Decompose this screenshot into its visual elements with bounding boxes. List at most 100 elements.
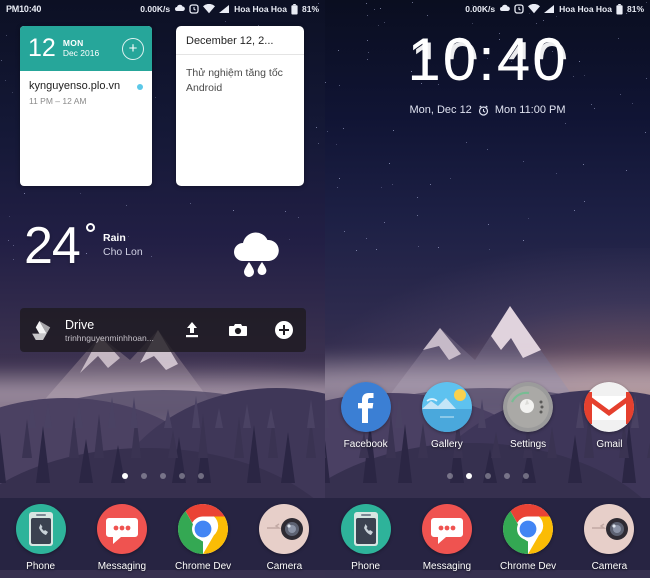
status-net-speed-right: 0.00K/s <box>465 4 496 14</box>
clock-widget[interactable]: 10:40 Mon, Dec 12 Mon 11:00 PM <box>325 26 650 117</box>
drive-widget[interactable]: Drive trinhnguyenminhhoan... <box>20 308 306 352</box>
chrome-icon[interactable] <box>503 504 554 554</box>
star <box>79 192 81 194</box>
page-dot[interactable] <box>484 473 491 479</box>
pine-tree <box>94 414 105 458</box>
page-indicator-dots-right[interactable] <box>325 473 650 479</box>
app-camera[interactable]: Camera <box>569 504 650 572</box>
star <box>542 19 544 21</box>
app-label: Chrome Dev <box>500 561 557 572</box>
weather-icon <box>500 4 510 11</box>
calendar-day-number: 12 <box>28 34 56 62</box>
pine-tree <box>129 397 138 428</box>
clock-alarm-time: Mon 11:00 PM <box>494 104 566 116</box>
camera-icon[interactable] <box>584 504 635 554</box>
star <box>343 127 345 129</box>
alarm-clock-icon <box>478 105 488 116</box>
star <box>391 184 393 186</box>
page-dot[interactable] <box>178 473 185 479</box>
camera-icon[interactable] <box>228 320 248 340</box>
phone-icon[interactable] <box>15 504 66 554</box>
star <box>343 231 345 233</box>
weather-temperature: 24 <box>24 217 81 275</box>
app-label: Messaging <box>422 561 472 572</box>
status-net-speed: 0.00K/s <box>140 4 171 14</box>
app-label: Facebook <box>343 439 388 450</box>
clock-digit-0b: 0 <box>532 30 567 90</box>
star <box>232 210 234 212</box>
page-dot-active[interactable] <box>465 473 472 479</box>
home-screen-page-2: 0.00K/s Hoa Hoa Hoa 81% 10:40 Mon, Dec 1… <box>325 0 650 578</box>
app-camera[interactable]: Camera <box>244 504 325 572</box>
calendar-event-title: kynguyenso.plo.vn <box>29 80 121 92</box>
gallery-icon[interactable] <box>421 382 472 432</box>
star <box>377 24 379 26</box>
clock-separator: : <box>478 26 497 93</box>
page-dot[interactable] <box>159 473 166 479</box>
upload-icon[interactable] <box>182 320 202 340</box>
star <box>535 23 537 25</box>
camera-icon[interactable] <box>259 504 310 554</box>
app-chrome-dev[interactable]: Chrome Dev <box>163 504 244 572</box>
app-facebook[interactable]: Facebook <box>325 382 406 450</box>
settings-icon[interactable] <box>503 382 554 432</box>
app-gmail[interactable]: Gmail <box>569 382 650 450</box>
star <box>284 210 286 212</box>
app-label: Phone <box>26 561 56 572</box>
app-settings[interactable]: Settings <box>488 382 569 450</box>
status-carrier-right: Hoa Hoa Hoa <box>559 4 612 14</box>
phone-icon[interactable] <box>340 504 391 554</box>
pine-tree <box>191 396 200 428</box>
add-icon[interactable] <box>274 320 294 340</box>
star <box>583 200 585 202</box>
calendar-add-event-button[interactable]: + <box>122 37 144 60</box>
app-label: Gallery <box>431 439 463 450</box>
star <box>5 35 7 37</box>
app-messaging[interactable]: Messaging <box>406 504 487 572</box>
star <box>522 161 524 163</box>
star <box>225 21 227 23</box>
star <box>472 23 474 25</box>
star <box>0 59 2 61</box>
facebook-icon[interactable] <box>340 382 391 432</box>
calendar-event-time: 11 PM – 12 AM <box>29 96 87 107</box>
calendar-widget[interactable]: 12 MON Dec 2016 + kynguyenso.plo.vn 11 P… <box>20 26 152 186</box>
star <box>318 143 320 145</box>
star <box>335 144 337 146</box>
app-phone[interactable]: Phone <box>0 504 81 572</box>
page-dot-active[interactable] <box>121 473 128 479</box>
note-widget[interactable]: December 12, 2... Thử nghiệm tăng tốc An… <box>176 26 304 186</box>
weather-condition: Rain <box>103 232 126 244</box>
app-row: Facebook Gallery Settings Gmail <box>325 382 650 450</box>
status-carrier: Hoa Hoa Hoa <box>234 4 287 14</box>
app-phone[interactable]: Phone <box>325 504 406 572</box>
app-chrome-dev[interactable]: Chrome Dev <box>488 504 569 572</box>
page-dot[interactable] <box>140 473 147 479</box>
app-gallery[interactable]: Gallery <box>406 382 487 450</box>
app-messaging[interactable]: Messaging <box>81 504 162 572</box>
page-indicator-dots[interactable] <box>0 473 325 479</box>
page-dot[interactable] <box>522 473 529 479</box>
calendar-event[interactable]: kynguyenso.plo.vn 11 PM – 12 AM <box>20 71 152 106</box>
pine-tree <box>215 408 224 428</box>
chrome-icon[interactable] <box>178 504 229 554</box>
star <box>645 132 647 134</box>
weather-widget[interactable]: 24 Rain Cho Lon <box>0 215 325 300</box>
calendar-widget-header: 12 MON Dec 2016 + <box>20 26 152 71</box>
star <box>24 193 26 195</box>
star <box>417 215 419 217</box>
alarm-icon <box>514 4 524 14</box>
messaging-icon[interactable] <box>421 504 472 554</box>
drive-account: trinhnguyenminhhoan... <box>65 332 154 343</box>
star <box>338 177 340 179</box>
page-dot[interactable] <box>446 473 453 479</box>
messaging-icon[interactable] <box>96 504 147 554</box>
page-dot[interactable] <box>197 473 204 479</box>
star <box>625 169 627 171</box>
star <box>155 96 157 98</box>
page-dot[interactable] <box>503 473 510 479</box>
star <box>384 221 386 223</box>
star <box>450 177 452 179</box>
star <box>11 91 13 93</box>
gmail-icon[interactable] <box>584 382 635 432</box>
